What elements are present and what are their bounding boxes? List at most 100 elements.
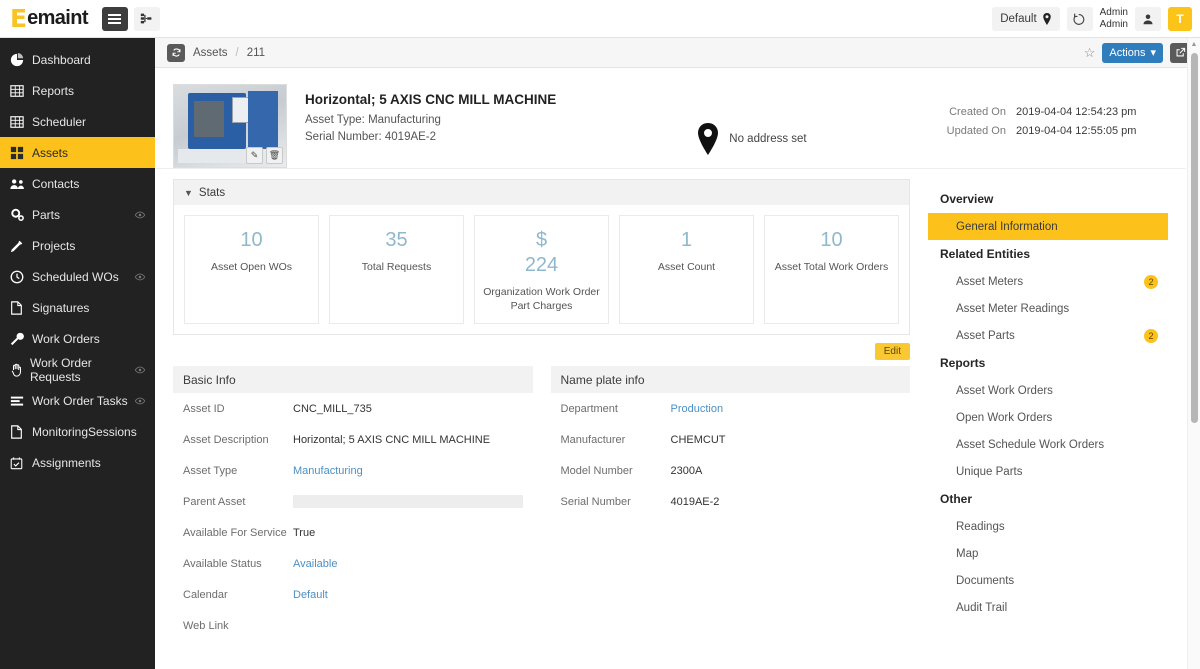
user-last-name: Admin bbox=[1099, 18, 1128, 30]
document-icon bbox=[10, 300, 32, 315]
right-nav-group-title: Overview bbox=[940, 192, 994, 206]
sidebar-item-assignments[interactable]: Assignments bbox=[0, 447, 155, 478]
sidebar-item-contacts[interactable]: Contacts bbox=[0, 168, 155, 199]
sidebar-item-projects[interactable]: Projects bbox=[0, 230, 155, 261]
sidebar-item-work-orders[interactable]: Work Orders bbox=[0, 323, 155, 354]
updated-on-value: 2019-04-04 12:55:05 pm bbox=[1015, 125, 1137, 137]
sidebar-item-scheduler[interactable]: Scheduler bbox=[0, 106, 155, 137]
visibility-eye-icon[interactable] bbox=[135, 397, 145, 405]
stat-label: Asset Open WOs bbox=[210, 261, 293, 273]
trash-icon[interactable]: 🗑 bbox=[266, 147, 283, 164]
sidebar-item-label: MonitoringSessions bbox=[32, 424, 137, 439]
right-nav-item-open-work-orders[interactable]: Open Work Orders bbox=[928, 404, 1168, 431]
right-nav-item-asset-work-orders[interactable]: Asset Work Orders bbox=[928, 377, 1168, 404]
default-site-selector[interactable]: Default bbox=[992, 6, 1060, 31]
pie-chart-icon bbox=[10, 52, 32, 67]
field-label: Serial Number bbox=[560, 495, 631, 508]
breadcrumb-root[interactable]: Assets bbox=[193, 47, 228, 59]
field-value: 4019AE-2 bbox=[670, 495, 720, 508]
sidebar-item-work-order-tasks[interactable]: Work Order Tasks bbox=[0, 385, 155, 416]
hamburger-menu-icon[interactable] bbox=[101, 6, 128, 31]
sidebar-item-label: Scheduler bbox=[32, 114, 87, 129]
sidebar-item-reports[interactable]: Reports bbox=[0, 75, 155, 106]
field-value: True bbox=[293, 526, 316, 539]
top-bar-right: Default Admin Admin T bbox=[992, 6, 1192, 31]
scroll-up-arrow[interactable]: ▲ bbox=[1188, 38, 1200, 51]
count-badge: 2 bbox=[1144, 274, 1158, 289]
visibility-eye-icon[interactable] bbox=[135, 211, 145, 219]
name-plate-info-header: Name plate info bbox=[550, 366, 910, 394]
vertical-scrollbar[interactable]: ▲ bbox=[1187, 38, 1200, 669]
sidebar-item-monitoringsessions[interactable]: MonitoringSessions bbox=[0, 416, 155, 447]
field-row: Serial Number 4019AE-2 bbox=[551, 486, 911, 517]
right-nav-item-audit-trail[interactable]: Audit Trail bbox=[928, 594, 1168, 621]
chevron-down-icon: ▼ bbox=[184, 187, 193, 198]
field-label: Asset ID bbox=[183, 402, 225, 415]
stat-label: Asset Total Work Orders bbox=[774, 261, 889, 273]
stat-value: 1 bbox=[680, 229, 693, 251]
edit-button[interactable]: Edit bbox=[874, 343, 910, 361]
sidebar-item-label: Work Orders bbox=[32, 331, 100, 346]
right-nav-item-asset-meter-readings[interactable]: Asset Meter Readings bbox=[928, 295, 1168, 322]
stat-value: 10 bbox=[820, 229, 843, 251]
sidebar-item-label: Signatures bbox=[32, 300, 90, 315]
created-on-label: Created On bbox=[949, 106, 1006, 118]
field-value[interactable]: Available bbox=[293, 558, 337, 570]
pencil-icon[interactable]: ✎ bbox=[246, 147, 263, 164]
visibility-eye-icon[interactable] bbox=[135, 273, 145, 281]
field-value[interactable]: Default bbox=[293, 589, 328, 601]
sidebar-item-work-order-requests[interactable]: Work Order Requests bbox=[0, 354, 155, 385]
sidebar-item-dashboard[interactable]: Dashboard bbox=[0, 44, 155, 75]
stat-card[interactable]: 35 Total Requests bbox=[329, 215, 464, 325]
right-nav-item-general-information[interactable]: General Information bbox=[928, 213, 1168, 240]
stats-panel-header[interactable]: ▼ Stats bbox=[174, 180, 909, 205]
parent-asset-input[interactable] bbox=[293, 495, 523, 509]
people-icon bbox=[10, 177, 32, 191]
history-undo-icon[interactable] bbox=[1066, 6, 1093, 31]
field-value: CHEMCUT bbox=[670, 433, 726, 446]
right-nav-group-title: Related Entities bbox=[940, 247, 1031, 261]
sidebar-item-signatures[interactable]: Signatures bbox=[0, 292, 155, 323]
right-nav-group-title: Other bbox=[940, 492, 973, 506]
sidebar-item-scheduled-wos[interactable]: Scheduled WOs bbox=[0, 261, 155, 292]
field-label: Calendar bbox=[183, 588, 228, 601]
right-nav-item-asset-meters[interactable]: Asset Meters 2 bbox=[928, 268, 1168, 295]
scrollbar-thumb[interactable] bbox=[1191, 53, 1198, 423]
refresh-icon[interactable] bbox=[167, 43, 185, 62]
person-icon[interactable] bbox=[1135, 6, 1161, 31]
right-nav-item-documents[interactable]: Documents bbox=[928, 567, 1168, 594]
stat-card[interactable]: 10 Asset Open WOs bbox=[184, 215, 319, 325]
field-label: Department bbox=[560, 402, 618, 415]
right-nav-item-label: Open Work Orders bbox=[956, 411, 1053, 424]
field-row: Manufacturer CHEMCUT bbox=[551, 424, 911, 455]
asset-meta: Horizontal; 5 AXIS CNC MILL MACHINE Asse… bbox=[305, 84, 556, 168]
star-outline-icon[interactable]: ☆ bbox=[1084, 45, 1096, 61]
brand-logo[interactable]: E emaint bbox=[10, 6, 89, 31]
asset-thumbnail[interactable]: ✎ 🗑 bbox=[173, 84, 287, 168]
sidebar-item-parts[interactable]: Parts bbox=[0, 199, 155, 230]
location-pin-icon bbox=[1042, 12, 1051, 25]
org-chart-icon[interactable] bbox=[133, 6, 160, 31]
basic-info-panel: Basic Info Asset ID CNC_MILL_735 Asset Des… bbox=[173, 366, 533, 641]
right-nav-item-readings[interactable]: Readings bbox=[928, 513, 1168, 540]
right-nav-item-unique-parts[interactable]: Unique Parts bbox=[928, 458, 1168, 485]
asset-header: ✎ 🗑 Horizontal; 5 AXIS CNC MILL MACHINE … bbox=[155, 68, 1186, 169]
sidebar-item-assets[interactable]: Assets bbox=[0, 137, 155, 168]
field-row: Available Status Available bbox=[173, 548, 533, 579]
field-value[interactable]: Production bbox=[671, 403, 724, 415]
right-nav-item-label: Unique Parts bbox=[956, 465, 1023, 478]
field-row: Asset Type Manufacturing bbox=[173, 455, 533, 486]
right-nav-item-label: Documents bbox=[956, 574, 1015, 587]
right-nav-item-asset-parts[interactable]: Asset Parts 2 bbox=[928, 322, 1168, 349]
stat-card[interactable]: $224 Organization Work Order Part Charges bbox=[474, 215, 609, 325]
field-value[interactable]: Manufacturing bbox=[293, 465, 363, 477]
actions-button[interactable]: Actions ▾ bbox=[1102, 42, 1163, 63]
right-nav-item-map[interactable]: Map bbox=[928, 540, 1168, 567]
avatar[interactable]: T bbox=[1168, 6, 1192, 31]
stat-card[interactable]: 10 Asset Total Work Orders bbox=[764, 215, 899, 325]
visibility-eye-icon[interactable] bbox=[135, 366, 145, 374]
stat-card[interactable]: 1 Asset Count bbox=[619, 215, 754, 325]
right-nav-item-asset-schedule-work-orders[interactable]: Asset Schedule Work Orders bbox=[928, 431, 1168, 458]
stat-label: Total Requests bbox=[361, 261, 432, 273]
field-label: Parent Asset bbox=[183, 495, 246, 508]
